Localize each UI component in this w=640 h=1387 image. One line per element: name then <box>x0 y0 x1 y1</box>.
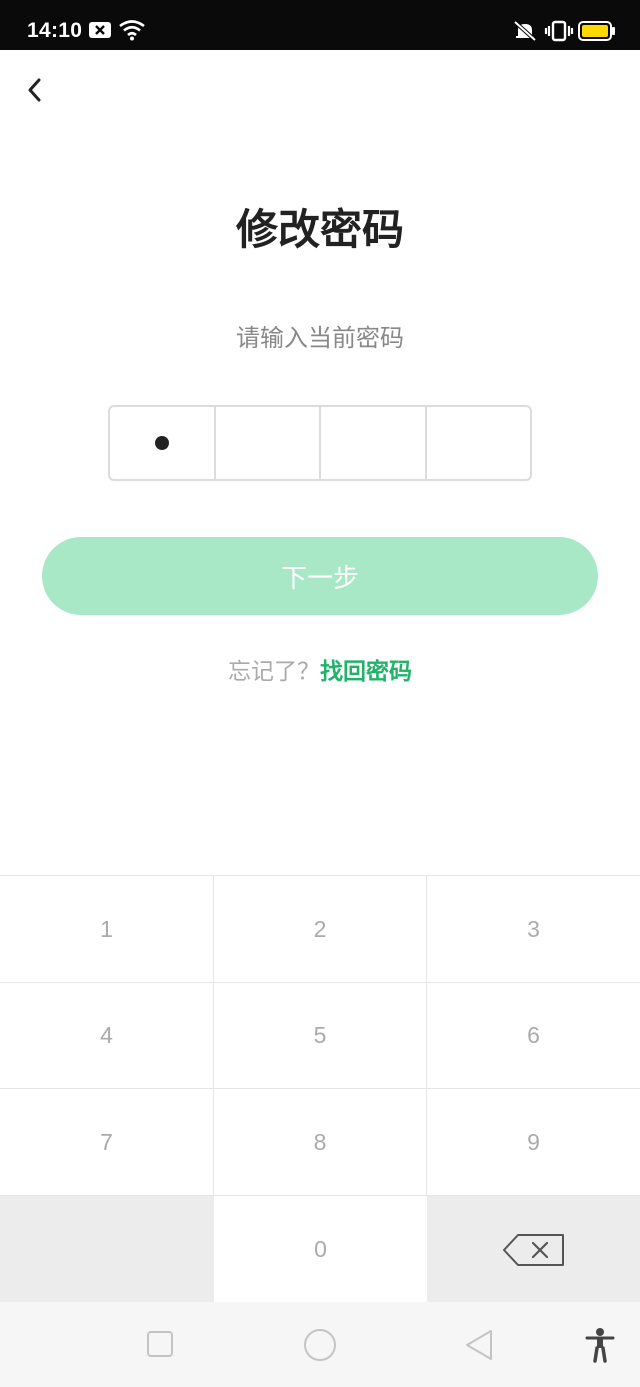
chevron-left-icon <box>28 78 41 102</box>
pin-cell-1[interactable] <box>110 407 216 479</box>
key-5[interactable]: 5 <box>214 983 427 1089</box>
key-8[interactable]: 8 <box>214 1089 427 1196</box>
retrieve-password-link[interactable]: 找回密码 <box>320 659 412 685</box>
key-4[interactable]: 4 <box>0 983 214 1089</box>
key-3[interactable]: 3 <box>427 876 640 983</box>
delete-key[interactable] <box>427 1196 640 1303</box>
recents-square-icon[interactable] <box>146 1330 174 1358</box>
pin-cell-4[interactable] <box>427 407 531 479</box>
key-7[interactable]: 7 <box>0 1089 214 1196</box>
key-2[interactable]: 2 <box>214 876 427 983</box>
numeric-keypad: 1 2 3 4 5 6 7 8 9 0 <box>0 875 640 1303</box>
pin-cell-2[interactable] <box>216 407 321 479</box>
pin-input[interactable] <box>108 405 532 481</box>
password-prompt: 请输入当前密码 <box>236 324 404 352</box>
backspace-icon <box>502 1233 564 1266</box>
battery-icon <box>578 21 615 41</box>
pin-filled-dot <box>154 436 169 450</box>
mute-vibrate-icon <box>513 20 537 42</box>
wifi-icon <box>119 20 145 41</box>
forgot-text: 忘记了？ <box>228 659 320 685</box>
accessibility-icon[interactable] <box>585 1327 615 1363</box>
status-time: 14:10 <box>27 19 83 42</box>
back-triangle-icon[interactable] <box>464 1328 494 1362</box>
key-blank <box>0 1196 214 1303</box>
notification-x-icon <box>89 22 111 38</box>
key-0[interactable]: 0 <box>214 1196 427 1303</box>
home-circle-icon[interactable] <box>303 1328 337 1362</box>
vibrate-icon <box>544 20 574 42</box>
next-step-button[interactable]: 下一步 <box>42 537 598 615</box>
back-button[interactable] <box>14 70 54 110</box>
key-6[interactable]: 6 <box>427 983 640 1089</box>
pin-cell-3[interactable] <box>321 407 427 479</box>
status-bar: 14:10 <box>0 0 640 50</box>
system-nav-bar <box>0 1302 640 1387</box>
key-9[interactable]: 9 <box>427 1089 640 1196</box>
forgot-password-row: 忘记了？找回密码 <box>0 652 640 686</box>
page-title: 修改密码 <box>235 205 404 254</box>
key-1[interactable]: 1 <box>0 876 214 983</box>
